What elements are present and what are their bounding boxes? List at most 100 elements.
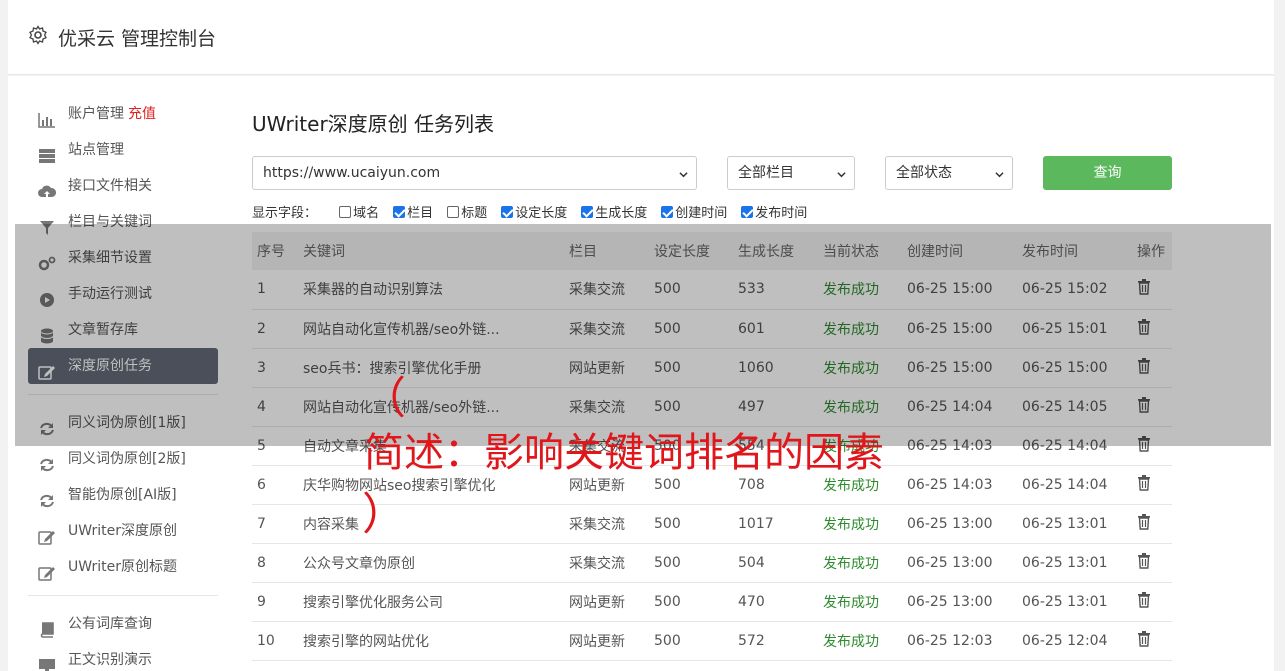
field-checkbox[interactable]: 生成长度 (581, 202, 647, 221)
sidebar-item-label: UWriter原创标题 (68, 559, 177, 575)
field-checkbox-label: 设定长度 (515, 206, 568, 221)
sidebar-item-label: 智能伪原创[AI版] (68, 487, 177, 503)
chevron-down-icon (995, 172, 1004, 178)
table-cell: 06-25 13:00 (902, 582, 1017, 622)
table-cell: 发布成功 (818, 543, 902, 583)
top-header: 优采云 管理控制台 (8, 0, 1274, 75)
action-cell (1132, 543, 1172, 583)
sidebar-item-label: 账户管理 (68, 106, 124, 122)
table-cell: 发布成功 (818, 621, 902, 661)
trash-icon[interactable] (1137, 552, 1151, 573)
chevron-down-icon (837, 172, 846, 178)
refresh-icon (38, 487, 56, 508)
table-cell: 6 (252, 465, 298, 505)
field-checkbox-label: 域名 (353, 206, 380, 221)
sidebar-item-label: 接口文件相关 (68, 178, 152, 194)
sidebar-item[interactable]: 账户管理 充值 (28, 96, 218, 132)
field-checkbox-label: 创建时间 (675, 206, 728, 221)
sidebar-item-label: 公有词库查询 (68, 616, 152, 632)
table-cell: 10 (252, 621, 298, 661)
table-cell: 06-25 13:01 (1017, 543, 1132, 583)
chevron-down-icon (679, 172, 688, 178)
sidebar-item[interactable]: 公有词库查询 (28, 606, 218, 642)
monitor-icon (38, 652, 56, 671)
trash-icon[interactable] (1137, 513, 1151, 534)
table-cell: 504 (733, 543, 818, 583)
page-edge (1274, 0, 1285, 671)
sidebar-item-label: 正文识别演示 (68, 652, 152, 668)
sidebar-item[interactable]: 智能伪原创[AI版] (28, 477, 218, 513)
table-row: 10 搜索引擎的网站优化 网站更新 500 572 发布成功 06-25 12:03 06-2… (252, 621, 1172, 661)
sidebar-item-label: UWriter深度原创 (68, 523, 177, 539)
table-cell: 公众号文章伪原创 (298, 543, 564, 583)
watermark-open: （ (362, 373, 406, 424)
table-cell: 06-25 12:04 (1017, 621, 1132, 661)
page-title: UWriter深度原创 任务列表 (252, 112, 495, 136)
table-cell: 内容采集 (298, 504, 564, 544)
sidebar-item[interactable]: 正文识别演示 (28, 642, 218, 671)
action-cell (1132, 582, 1172, 622)
table-row: 8 公众号文章伪原创 采集交流 500 504 发布成功 06-25 13:00 06-25 … (252, 543, 1172, 583)
field-checkbox[interactable]: 发布时间 (741, 202, 807, 221)
trash-icon[interactable] (1137, 591, 1151, 612)
sidebar-item[interactable]: 站点管理 (28, 132, 218, 168)
field-checkbox-label: 栏目 (407, 206, 434, 221)
table-cell: 采集交流 (564, 504, 649, 544)
table-cell: 572 (733, 621, 818, 661)
field-checkbox[interactable]: 设定长度 (501, 202, 567, 221)
checkbox-box[interactable] (661, 206, 674, 218)
table-cell: 7 (252, 504, 298, 544)
sidebar-item[interactable]: UWriter深度原创 (28, 513, 218, 549)
sidebar-divider (28, 595, 218, 596)
table-cell: 500 (649, 621, 733, 661)
field-checkbox-label: 标题 (461, 206, 488, 221)
checkbox-box[interactable] (741, 206, 754, 218)
site-select[interactable]: https://www.ucaiyun.com (252, 156, 697, 190)
gear-icon (29, 25, 47, 45)
checkbox-box[interactable] (447, 206, 460, 218)
sidebar-item-label: 同义词伪原创[2版] (68, 451, 186, 467)
table-cell: 500 (649, 582, 733, 622)
table-cell: 06-25 13:01 (1017, 582, 1132, 622)
app-title: 优采云 管理控制台 (58, 28, 217, 50)
status-select-value: 全部状态 (896, 165, 952, 181)
column-select[interactable]: 全部栏目 (727, 156, 855, 190)
checkbox-box[interactable] (501, 206, 514, 218)
sidebar-item-label: 站点管理 (68, 142, 124, 158)
dim-overlay (15, 224, 1271, 446)
table-cell: 搜索引擎的网站优化 (298, 621, 564, 661)
server-icon (38, 142, 56, 163)
checkbox-box[interactable] (393, 206, 406, 218)
table-cell: 06-25 14:03 (902, 465, 1017, 505)
table-cell: 发布成功 (818, 504, 902, 544)
table-cell: 06-25 14:04 (1017, 465, 1132, 505)
sidebar-item[interactable]: 同义词伪原创[2版] (28, 441, 218, 477)
checkbox-box[interactable] (581, 206, 594, 218)
table-cell: 470 (733, 582, 818, 622)
query-button[interactable]: 查询 (1043, 156, 1172, 190)
column-select-value: 全部栏目 (738, 165, 794, 181)
table-cell: 06-25 13:01 (1017, 504, 1132, 544)
bar-chart-icon (38, 106, 56, 128)
checkbox-box[interactable] (339, 206, 352, 218)
field-checkbox[interactable]: 栏目 (393, 202, 433, 221)
cloud-upload-icon (38, 178, 57, 197)
trash-icon[interactable] (1137, 474, 1151, 495)
recharge-link[interactable]: 充值 (128, 106, 156, 122)
edit-icon (38, 523, 56, 545)
table-cell: 06-25 12:03 (902, 621, 1017, 661)
sidebar-item[interactable]: 接口文件相关 (28, 168, 218, 204)
trash-icon[interactable] (1137, 630, 1151, 651)
table-row: 9 搜索引擎优化服务公司 网站更新 500 470 发布成功 06-25 13:00 06-2… (252, 582, 1172, 622)
action-cell (1132, 621, 1172, 661)
field-checkbox[interactable]: 标题 (447, 202, 487, 221)
field-checkbox[interactable]: 域名 (339, 202, 379, 221)
field-checkbox[interactable]: 创建时间 (661, 202, 727, 221)
refresh-icon (38, 451, 56, 472)
table-cell: 1017 (733, 504, 818, 544)
table-cell: 500 (649, 543, 733, 583)
table-cell: 网站更新 (564, 621, 649, 661)
status-select[interactable]: 全部状态 (885, 156, 1013, 190)
sidebar-item[interactable]: UWriter原创标题 (28, 549, 218, 585)
watermark-text: 简述：影响关键词排名的因素 (364, 430, 884, 476)
